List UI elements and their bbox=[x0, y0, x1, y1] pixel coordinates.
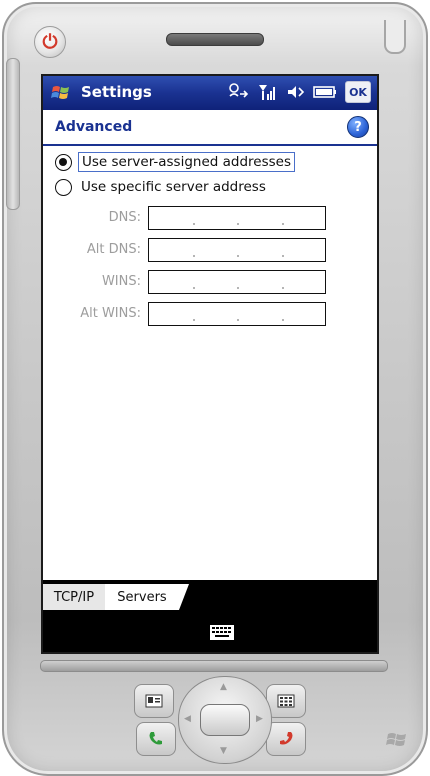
dns-row: DNS: bbox=[43, 206, 377, 232]
alt-wins-label: Alt WINS: bbox=[80, 306, 141, 321]
end-call-button[interactable] bbox=[266, 722, 306, 756]
dpad-left-icon[interactable]: ◀ bbox=[184, 714, 191, 724]
volume-icon[interactable] bbox=[285, 82, 305, 102]
windows-flag-icon[interactable] bbox=[51, 84, 71, 102]
dpad-center-button[interactable] bbox=[200, 704, 250, 736]
wins-input[interactable] bbox=[148, 270, 326, 294]
app-title: Settings bbox=[81, 83, 152, 101]
dpad-right-icon[interactable]: ▶ bbox=[256, 714, 263, 724]
radio-label-specific-server[interactable]: Use specific server address bbox=[78, 178, 269, 196]
windows-logo-icon bbox=[386, 733, 406, 746]
device-frame: ⏻ Settings OK Advanced ? Use server-assi… bbox=[0, 0, 430, 776]
status-icons: OK bbox=[227, 81, 371, 103]
tab-bar: TCP/IP Servers bbox=[43, 580, 377, 614]
lower-bezel-strip bbox=[40, 660, 388, 672]
radio-server-assigned[interactable] bbox=[55, 153, 72, 171]
wins-label: WINS: bbox=[101, 274, 141, 289]
page-title: Advanced bbox=[55, 119, 133, 135]
wins-row: WINS: bbox=[43, 270, 377, 296]
right-softkey-button[interactable] bbox=[266, 684, 306, 718]
call-button[interactable] bbox=[136, 722, 176, 756]
radio-specific-server[interactable] bbox=[55, 178, 72, 196]
alt-dns-row: Alt DNS: bbox=[43, 238, 377, 264]
phone-red-icon bbox=[280, 732, 293, 745]
dpad-down-icon[interactable]: ▼ bbox=[220, 746, 227, 756]
battery-icon[interactable] bbox=[313, 84, 337, 100]
alt-wins-row: Alt WINS: bbox=[43, 302, 377, 328]
softkey-bar bbox=[43, 614, 377, 652]
phone-green-icon bbox=[149, 732, 162, 745]
dpad-up-icon[interactable]: ▲ bbox=[220, 682, 227, 692]
keyboard-icon[interactable] bbox=[210, 625, 234, 640]
stylus-slot bbox=[384, 20, 406, 54]
power-icon: ⏻ bbox=[42, 30, 58, 53]
earpiece-speaker bbox=[166, 33, 264, 46]
calendar-grid-icon bbox=[277, 694, 295, 708]
help-icon[interactable]: ? bbox=[347, 116, 369, 138]
left-softkey-button[interactable] bbox=[134, 684, 174, 718]
power-button[interactable]: ⏻ bbox=[34, 26, 66, 58]
option-server-assigned[interactable]: Use server-assigned addresses bbox=[55, 152, 296, 172]
alt-wins-input[interactable] bbox=[148, 302, 326, 326]
dns-input[interactable] bbox=[148, 206, 326, 230]
dns-label: DNS: bbox=[108, 210, 141, 225]
tab-servers[interactable]: Servers bbox=[105, 584, 189, 610]
page-header: Advanced ? bbox=[43, 110, 377, 146]
signal-icon[interactable] bbox=[257, 82, 277, 102]
ok-button[interactable]: OK bbox=[345, 81, 371, 103]
screen: Settings OK Advanced ? Use server-assign… bbox=[41, 74, 379, 654]
title-bar: Settings OK bbox=[43, 76, 377, 110]
contact-card-icon bbox=[145, 694, 163, 708]
side-button[interactable] bbox=[6, 58, 20, 210]
option-specific-server[interactable]: Use specific server address bbox=[55, 178, 269, 196]
radio-label-server-assigned[interactable]: Use server-assigned addresses bbox=[78, 152, 296, 172]
settings-content: Use server-assigned addresses Use specif… bbox=[43, 146, 377, 580]
alt-dns-label: Alt DNS: bbox=[86, 242, 141, 257]
alt-dns-input[interactable] bbox=[148, 238, 326, 262]
connectivity-icon[interactable] bbox=[227, 82, 249, 102]
tab-tcp-ip[interactable]: TCP/IP bbox=[43, 584, 105, 610]
